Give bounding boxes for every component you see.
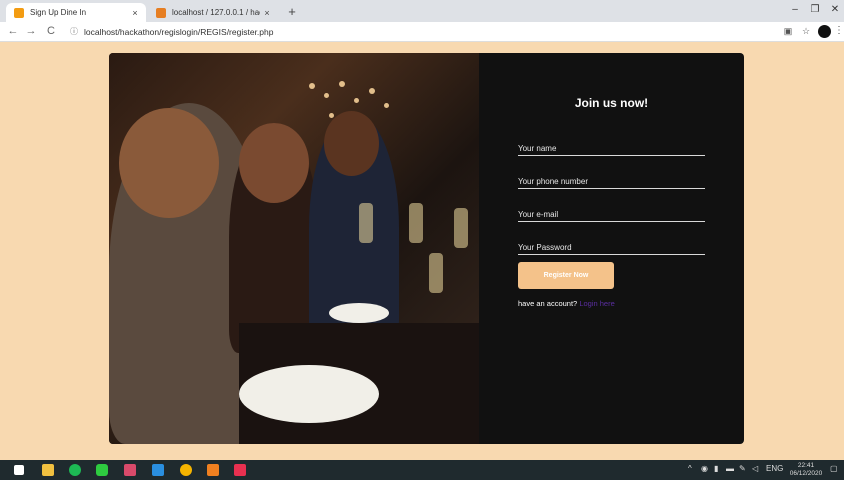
menu-icon[interactable]: ⋮ (834, 25, 844, 36)
back-icon[interactable]: ← (6, 25, 20, 37)
account-prompt-text: have an account? (518, 299, 578, 308)
network-icon[interactable]: ▬ (726, 464, 734, 473)
file-explorer-icon[interactable] (42, 464, 54, 476)
tray-chevron-icon[interactable]: ^ (688, 464, 692, 473)
clock-time: 22:41 (797, 462, 815, 469)
restaurant-photo (109, 53, 479, 444)
notification-icon[interactable]: ▢ (830, 464, 838, 473)
register-button[interactable]: Register Now (518, 262, 614, 289)
phpmyadmin-favicon-icon (156, 7, 166, 18)
profile-icon[interactable] (818, 25, 831, 38)
star-icon[interactable]: ☆ (800, 26, 812, 37)
site-favicon-icon (14, 7, 24, 18)
line-icon[interactable] (96, 464, 108, 476)
reload-icon[interactable]: C (44, 25, 58, 37)
close-tab-icon[interactable]: × (128, 8, 142, 18)
forward-icon[interactable]: → (24, 25, 38, 37)
login-prompt: have an account? Login here (518, 299, 615, 308)
app-icon[interactable] (124, 464, 136, 476)
volume-icon[interactable]: ◁ (752, 464, 758, 473)
url-bar[interactable]: ⓘ localhost/hackathon/regislogin/REGIS/r… (70, 25, 810, 39)
browser-tab-bar: Sign Up Dine In × localhost / 127.0.0.1 … (0, 0, 844, 22)
name-field[interactable] (518, 142, 705, 156)
close-window-button[interactable]: ✕ (826, 4, 844, 15)
translate-icon[interactable]: ▣ (782, 26, 794, 37)
phone-field[interactable] (518, 175, 705, 189)
email-field[interactable] (518, 208, 705, 222)
clock-date: 06/12/2020 (789, 470, 823, 477)
chrome-icon[interactable] (180, 464, 192, 476)
pen-icon[interactable]: ✎ (739, 464, 746, 473)
tab-phpmyadmin[interactable]: localhost / 127.0.0.1 / hackathon × (148, 3, 278, 22)
tab-title: localhost / 127.0.0.1 / hackathon (172, 8, 260, 17)
language-indicator[interactable]: ENG (766, 464, 783, 473)
minimize-button[interactable]: – (786, 4, 804, 15)
taskbar: ^ ◉ ▮ ▬ ✎ ◁ ENG 22:41 06/12/2020 ▢ (0, 460, 844, 480)
tray-record-icon[interactable]: ◉ (701, 464, 708, 473)
app-icon-2[interactable] (234, 464, 246, 476)
vscode-icon[interactable] (152, 464, 164, 476)
address-bar-row: ← → C ⓘ localhost/hackathon/regislogin/R… (0, 22, 844, 42)
url-text: localhost/hackathon/regislogin/REGIS/reg… (84, 27, 274, 37)
password-field[interactable] (518, 241, 705, 255)
signup-card: Join us now! Register Now have an accoun… (109, 53, 744, 444)
close-tab-icon[interactable]: × (260, 8, 274, 18)
taskbar-clock[interactable]: 22:41 06/12/2020 (786, 462, 826, 478)
windows-icon[interactable] (14, 465, 24, 475)
tab-sign-up[interactable]: Sign Up Dine In × (6, 3, 146, 22)
new-tab-button[interactable]: + (284, 4, 300, 19)
xampp-icon[interactable] (207, 464, 219, 476)
login-link[interactable]: Login here (579, 299, 614, 308)
tab-title: Sign Up Dine In (30, 8, 87, 17)
register-form: Join us now! Register Now have an accoun… (479, 53, 744, 444)
info-icon[interactable]: ⓘ (70, 25, 78, 39)
spotify-icon[interactable] (69, 464, 81, 476)
form-heading: Join us now! (574, 96, 649, 110)
maximize-button[interactable]: ❐ (806, 4, 824, 15)
battery-icon[interactable]: ▮ (714, 464, 718, 473)
